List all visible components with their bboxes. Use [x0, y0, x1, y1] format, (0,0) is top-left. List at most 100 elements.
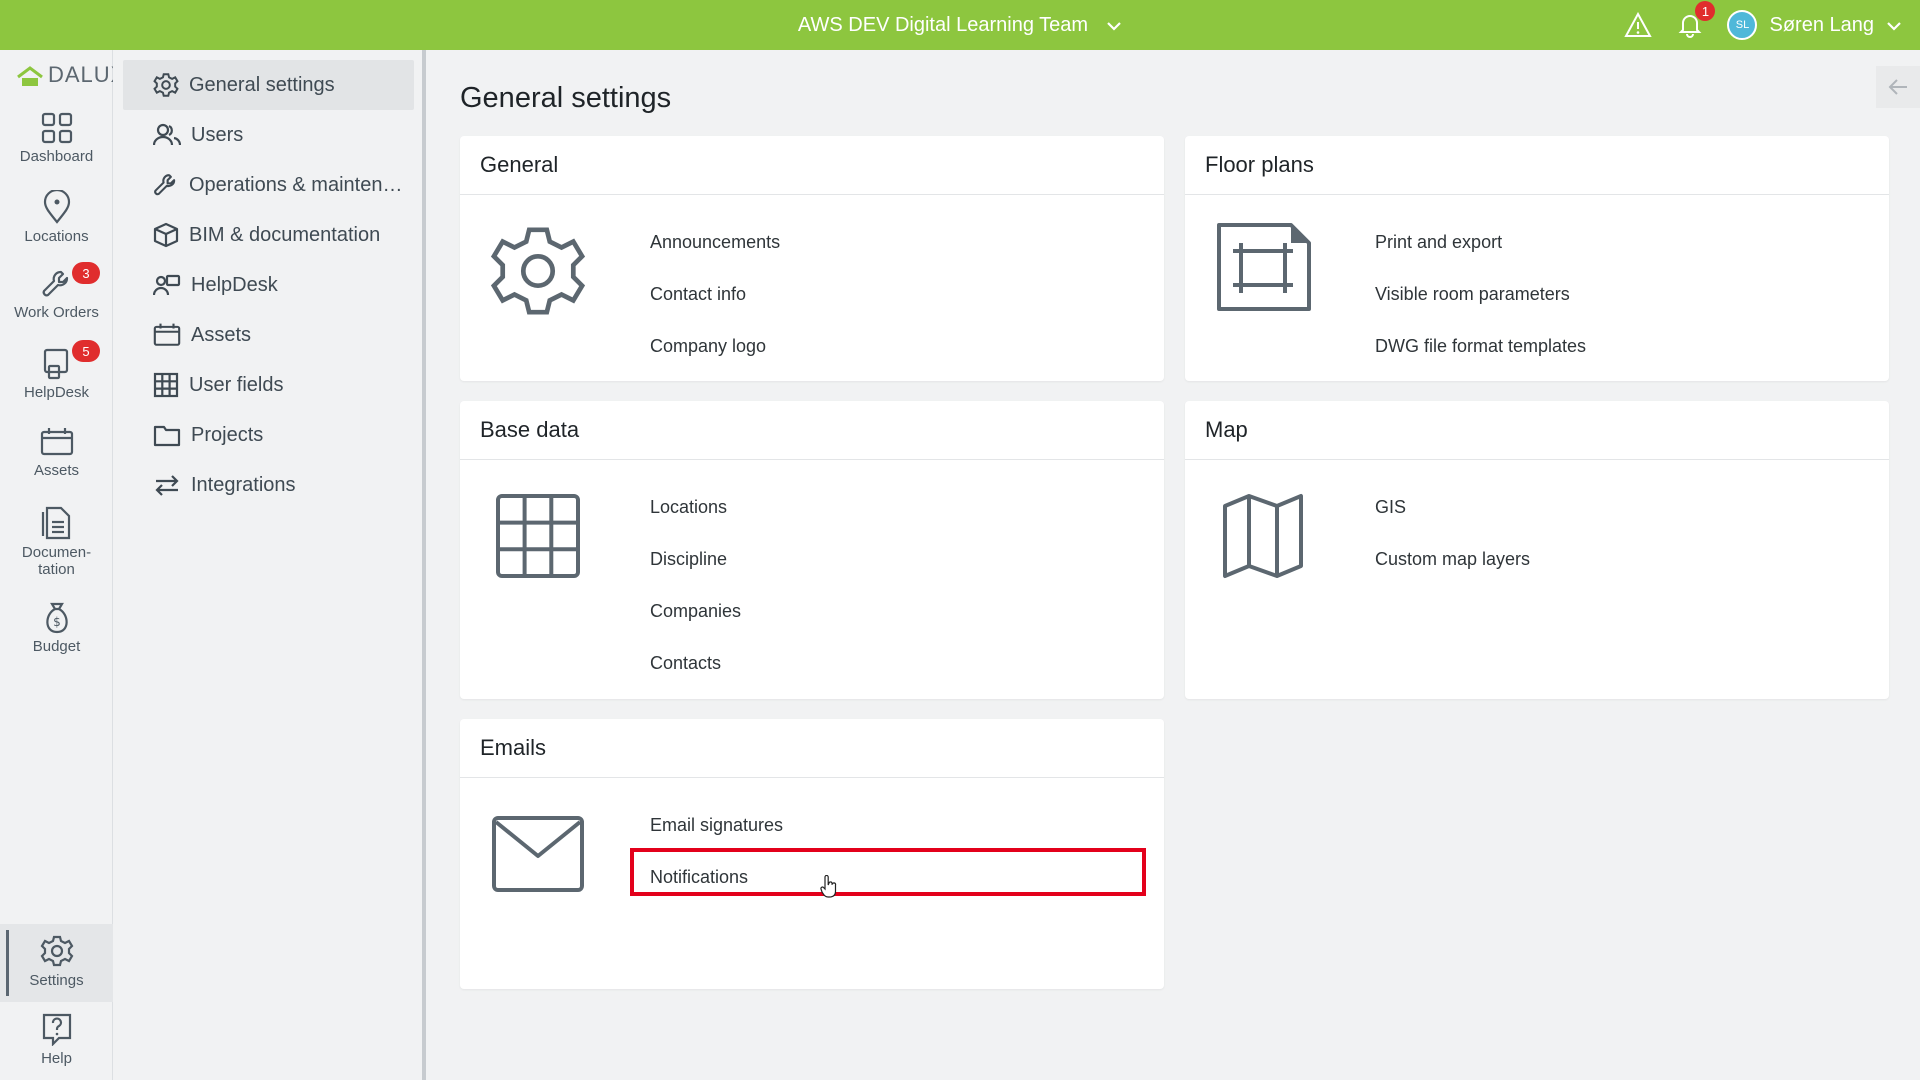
budget-icon: $ [45, 602, 68, 634]
card-title: Floor plans [1185, 136, 1889, 195]
link-discipline[interactable]: Discipline [650, 533, 741, 585]
link-contacts[interactable]: Contacts [650, 637, 741, 689]
chevron-down-icon [1886, 14, 1902, 37]
svg-text:$: $ [53, 615, 61, 629]
team-selector[interactable]: AWS DEV Digital Learning Team [798, 14, 1122, 37]
hand-cursor-icon [820, 874, 838, 904]
link-email-signatures[interactable]: Email signatures [650, 799, 783, 851]
sidebar-item-label: User fields [189, 373, 284, 396]
helpdesk-badge: 5 [72, 340, 100, 362]
sidebar-item-helpdesk[interactable]: HelpDesk [123, 260, 414, 310]
top-bar: AWS DEV Digital Learning Team 1 SL Søren… [0, 0, 1920, 50]
chevron-down-icon [1106, 14, 1122, 37]
document-icon [41, 506, 70, 540]
assets-icon [153, 323, 181, 346]
bell-icon[interactable]: 1 [1675, 1, 1716, 40]
card-title: Emails [460, 719, 1164, 778]
link-custom-map-layers[interactable]: Custom map layers [1375, 533, 1530, 585]
page-title: General settings [460, 82, 672, 114]
rail-item-assets[interactable]: Assets [0, 426, 113, 479]
link-gis[interactable]: GIS [1375, 481, 1530, 533]
left-rail: DALUX Dashboard Locations Work Orders 3 … [0, 50, 125, 1080]
arrow-left-icon [1888, 79, 1907, 95]
work-orders-badge: 3 [72, 262, 100, 284]
card-links: Locations Discipline Companies Contacts [650, 481, 741, 689]
link-company-logo[interactable]: Company logo [650, 320, 780, 372]
collapse-panel-button[interactable] [1876, 66, 1920, 108]
link-announcements[interactable]: Announcements [650, 216, 780, 268]
user-name: Søren Lang [1769, 13, 1874, 36]
card-map: Map GIS Custom map layers [1185, 401, 1889, 699]
gear-icon [488, 221, 588, 326]
location-pin-icon [43, 190, 70, 224]
rail-item-help[interactable]: Help [0, 1012, 113, 1067]
link-dwg-templates[interactable]: DWG file format templates [1375, 320, 1586, 372]
card-emails: Emails Email signatures Notifications [460, 719, 1164, 989]
sidebar-item-label: General settings [189, 73, 335, 96]
user-menu[interactable]: SL Søren Lang [1727, 10, 1902, 40]
sidebar-item-general-settings[interactable]: General settings [123, 60, 414, 110]
gear-icon [40, 935, 73, 967]
house-logo-icon [17, 66, 43, 86]
rail-label: Help [41, 1050, 72, 1067]
card-general: General Announcements Contact info Compa… [460, 136, 1164, 381]
helpdesk-icon [43, 348, 68, 380]
card-links: Announcements Contact info Company logo [650, 216, 780, 372]
dashboard-icon [41, 112, 72, 144]
warning-icon[interactable] [1623, 10, 1653, 40]
wrench-icon [42, 270, 68, 297]
card-floor-plans: Floor plans Print and export Visible roo… [1185, 136, 1889, 381]
rail-item-settings-active[interactable]: Settings [0, 924, 113, 1002]
rail-item-helpdesk[interactable]: HelpDesk 5 [0, 340, 113, 401]
rail-label: Settings [29, 972, 84, 989]
sidebar-item-label: Projects [191, 423, 264, 446]
link-print-and-export[interactable]: Print and export [1375, 216, 1586, 268]
sidebar-item-bim[interactable]: BIM & documentation [123, 210, 414, 260]
rail-label: Budget [32, 638, 81, 655]
wrench-icon [154, 174, 176, 196]
link-notifications[interactable]: Notifications [650, 851, 783, 903]
rail-label: Work Orders [14, 304, 99, 321]
settings-sidebar: General settings Users Operations & main… [113, 50, 426, 1080]
gear-icon [153, 73, 179, 97]
sidebar-item-users[interactable]: Users [123, 110, 414, 160]
top-right-controls: 1 SL Søren Lang [1623, 0, 1902, 50]
sidebar-item-label: Users [191, 123, 244, 146]
sidebar-item-operations[interactable]: Operations & mainten… [123, 160, 414, 210]
grid-icon [153, 372, 179, 398]
link-companies[interactable]: Companies [650, 585, 741, 637]
dalux-logo[interactable]: DALUX [16, 62, 126, 88]
team-name: AWS DEV Digital Learning Team [797, 13, 1089, 36]
rail-label: Assets [33, 462, 79, 479]
grid-icon [488, 486, 588, 591]
avatar: SL [1727, 10, 1758, 40]
card-links: Email signatures Notifications [650, 799, 783, 903]
rail-item-documentation[interactable]: Documen-tation [0, 504, 113, 578]
map-icon [1213, 486, 1313, 591]
sidebar-item-user-fields[interactable]: User fields [123, 360, 414, 410]
link-visible-room-parameters[interactable]: Visible room parameters [1375, 268, 1586, 320]
cube-icon [153, 222, 179, 248]
card-links: GIS Custom map layers [1375, 481, 1530, 585]
card-base-data: Base data Locations Discipline Companies… [460, 401, 1164, 699]
rail-item-work-orders[interactable]: Work Orders 3 [0, 262, 113, 321]
rail-label: Documen-tation [21, 544, 92, 578]
main-content: General settings General Announcements C… [429, 50, 1920, 1080]
sidebar-item-integrations[interactable]: Integrations [123, 460, 414, 510]
helpdesk-icon [153, 274, 181, 296]
rail-item-dashboard[interactable]: Dashboard [0, 112, 113, 165]
envelope-icon [488, 804, 588, 909]
users-icon [153, 123, 181, 146]
arrows-icon [155, 475, 179, 496]
sidebar-item-assets[interactable]: Assets [123, 310, 414, 360]
card-title: Map [1185, 401, 1889, 460]
rail-label: Dashboard [19, 148, 94, 165]
sidebar-item-label: HelpDesk [191, 273, 278, 296]
rail-item-locations[interactable]: Locations [0, 190, 113, 245]
sidebar-item-label: Operations & mainten… [189, 173, 403, 196]
link-locations[interactable]: Locations [650, 481, 741, 533]
rail-item-budget[interactable]: $ Budget [0, 600, 113, 655]
sidebar-item-projects[interactable]: Projects [123, 410, 414, 460]
link-contact-info[interactable]: Contact info [650, 268, 780, 320]
rail-item-settings[interactable]: Settings [0, 934, 113, 989]
